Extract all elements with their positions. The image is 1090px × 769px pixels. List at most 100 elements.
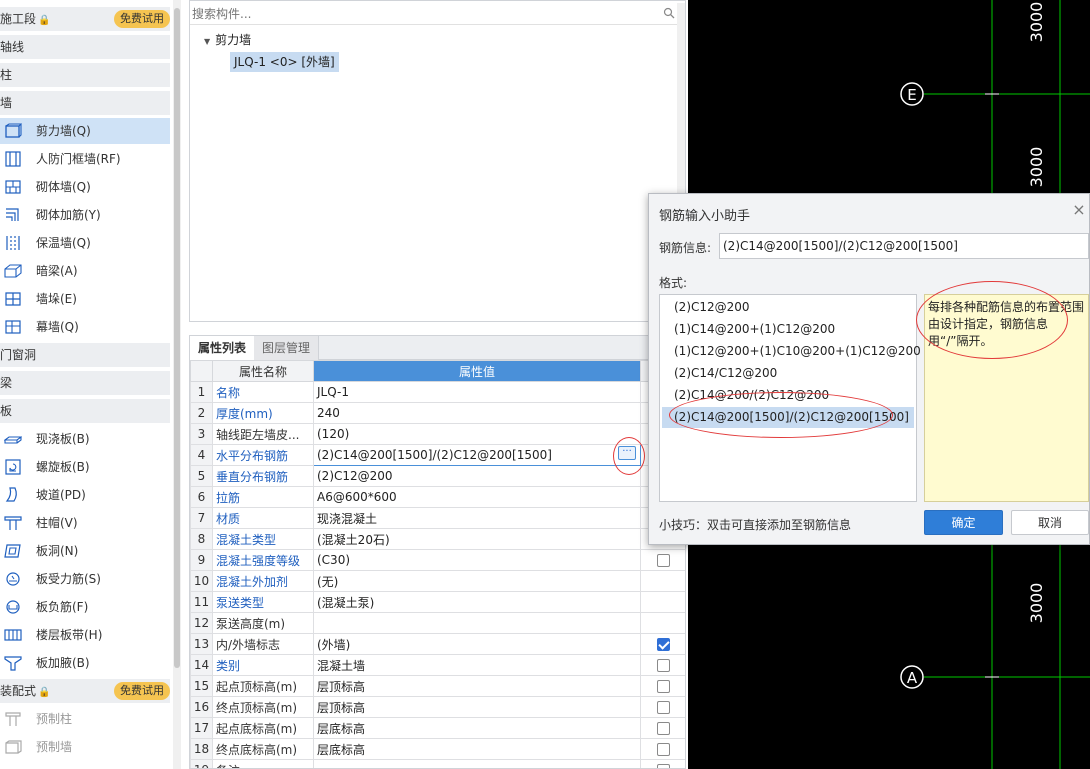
category-column[interactable]: 柱 <box>0 63 170 87</box>
property-value[interactable]: JLQ-1 <box>313 381 641 403</box>
table-row[interactable]: 16 终点顶标高(m) 层顶标高 <box>190 696 685 718</box>
checkbox[interactable] <box>656 659 670 672</box>
property-value[interactable]: 层底标高 <box>313 738 641 760</box>
table-row[interactable]: 8 混凝土类型 (混凝土20石) <box>190 528 685 550</box>
category-wall[interactable]: 墙 <box>0 91 170 115</box>
sidebar-item-cast-slab[interactable]: 现浇板(B) <box>0 426 170 452</box>
property-value[interactable]: (C30) <box>313 549 641 571</box>
table-row[interactable]: 4 水平分布钢筋 (2)C14@200[1500]/(2)C12@200[1500] <box>190 444 685 466</box>
free-trial-badge[interactable]: 免费试用 <box>114 682 170 700</box>
property-value[interactable]: (混凝土20石) <box>313 528 641 550</box>
sidebar-item-column-cap[interactable]: 柱帽(V) <box>0 510 170 536</box>
checkbox[interactable] <box>656 701 670 714</box>
category-prefab[interactable]: 装配式 🔒 免费试用 <box>0 679 170 703</box>
cancel-button[interactable]: 取消 <box>1011 510 1089 535</box>
sidebar-item-prefab-column[interactable]: 预制柱 <box>0 706 170 732</box>
list-item[interactable]: (2)C14/C12@200 <box>662 363 914 384</box>
property-value[interactable]: 层顶标高 <box>313 675 641 697</box>
ok-button[interactable]: 确定 <box>924 510 1003 535</box>
property-value[interactable]: (2)C14@200[1500]/(2)C12@200[1500] <box>313 444 641 466</box>
checkbox[interactable] <box>656 554 670 567</box>
tree-node-shear-wall[interactable]: ▼ 剪力墙 <box>204 31 251 49</box>
checkbox[interactable] <box>656 743 670 756</box>
sidebar-item-slab-main-rebar[interactable]: 板受力筋(S) <box>0 566 170 592</box>
table-row[interactable]: 12 泵送高度(m) <box>190 612 685 634</box>
table-row[interactable]: 2 厚度(mm) 240 <box>190 402 685 424</box>
category-beam[interactable]: 梁 <box>0 371 170 395</box>
checkbox[interactable] <box>656 638 670 651</box>
sidebar-item-shear-wall[interactable]: 剪力墙(Q) <box>0 118 170 144</box>
close-icon[interactable]: × <box>1071 202 1087 218</box>
category-slab[interactable]: 板 <box>0 399 170 423</box>
tab-property-list[interactable]: 属性列表 <box>190 336 256 360</box>
sidebar-item-slab-haunch[interactable]: 板加腋(B) <box>0 650 170 676</box>
table-row[interactable]: 18 终点底标高(m) 层底标高 <box>190 738 685 760</box>
list-item[interactable]: (2)C14@200/(2)C12@200 <box>662 385 914 406</box>
list-item[interactable]: (2)C14@200[1500]/(2)C12@200[1500] <box>662 407 914 428</box>
table-row[interactable]: 9 混凝土强度等级 (C30) <box>190 549 685 571</box>
property-value[interactable]: 层底标高 <box>313 717 641 739</box>
table-row[interactable]: 7 材质 现浇混凝土 <box>190 507 685 529</box>
sidebar-item-insulation-wall[interactable]: 保温墙(Q) <box>0 230 170 256</box>
scrollbar-thumb[interactable] <box>174 8 180 668</box>
property-value[interactable]: A6@600*600 <box>313 486 641 508</box>
rebar-info-input[interactable] <box>719 233 1089 259</box>
property-value[interactable]: 现浇混凝土 <box>313 507 641 529</box>
category-axis[interactable]: 轴线 <box>0 35 170 59</box>
property-value[interactable]: 层顶标高 <box>313 696 641 718</box>
checkbox[interactable] <box>656 764 670 768</box>
tree-node-jlq-1[interactable]: JLQ-1 <0> [外墙] <box>230 52 339 72</box>
sidebar-item-slab-hole[interactable]: 板洞(N) <box>0 538 170 564</box>
property-value[interactable]: (混凝土泵) <box>313 591 641 613</box>
property-value[interactable]: (外墙) <box>313 633 641 655</box>
sidebar-item-wall-pier[interactable]: 墙垛(E) <box>0 286 170 312</box>
table-row[interactable]: 5 垂直分布钢筋 (2)C12@200 <box>190 465 685 487</box>
sidebar-item-slab-negative-rebar[interactable]: 板负筋(F) <box>0 594 170 620</box>
property-value[interactable]: (2)C12@200 <box>313 465 641 487</box>
table-row[interactable]: 13 内/外墙标志 (外墙) <box>190 633 685 655</box>
category-construction-stage[interactable]: 施工段 🔒 免费试用 <box>0 7 170 31</box>
sidebar-item-spiral-slab[interactable]: 螺旋板(B) <box>0 454 170 480</box>
sidebar-scrollbar[interactable] <box>173 0 181 769</box>
floor-slab-strip-icon <box>4 629 22 641</box>
list-item[interactable]: (2)C12@200 <box>662 297 914 318</box>
sidebar-item-hidden-beam[interactable]: 暗梁(A) <box>0 258 170 284</box>
row-number: 9 <box>190 549 213 571</box>
table-row[interactable]: 14 类别 混凝土墙 <box>190 654 685 676</box>
sidebar-item-floor-slab-strip[interactable]: 楼层板带(H) <box>0 622 170 648</box>
table-row[interactable]: 1 名称 JLQ-1 <box>190 381 685 403</box>
property-value[interactable] <box>313 612 641 634</box>
table-row[interactable]: 19备注 <box>190 759 685 768</box>
checkbox[interactable] <box>656 680 670 693</box>
ellipsis-button[interactable]: ··· <box>618 446 636 460</box>
sidebar-item-masonry-wall[interactable]: 砌体墙(Q) <box>0 174 170 200</box>
format-list[interactable]: (2)C12@200 (1)C14@200+(1)C12@200 (1)C12@… <box>659 294 921 502</box>
search-icon[interactable] <box>663 7 675 19</box>
search-input[interactable] <box>192 5 662 23</box>
sidebar-item-masonry-rebar[interactable]: 砌体加筋(Y) <box>0 202 170 228</box>
sidebar-item-prefab-wall[interactable]: 预制墙 <box>0 734 170 760</box>
sidebar-item-ramp[interactable]: 坡道(PD) <box>0 482 170 508</box>
category-door-window[interactable]: 门窗洞 <box>0 343 170 367</box>
chevron-down-icon[interactable]: ▼ <box>204 37 210 46</box>
table-header-row: 属性名称 属性值 <box>190 360 685 382</box>
table-row[interactable]: 17 起点底标高(m) 层底标高 <box>190 717 685 739</box>
table-row[interactable]: 6 拉筋 A6@600*600 <box>190 486 685 508</box>
checkbox[interactable] <box>656 722 670 735</box>
free-trial-badge[interactable]: 免费试用 <box>114 10 170 28</box>
sidebar-item-civil-defense-wall[interactable]: 人防门框墙(RF) <box>0 146 170 172</box>
property-value[interactable]: 混凝土墙 <box>313 654 641 676</box>
tab-layer-management[interactable]: 图层管理 <box>254 336 320 360</box>
property-value[interactable] <box>313 759 641 768</box>
property-value[interactable]: 240 <box>313 402 641 424</box>
table-row[interactable]: 11 泵送类型 (混凝土泵) <box>190 591 685 613</box>
property-value[interactable]: (无) <box>313 570 641 592</box>
table-row[interactable]: 15 起点顶标高(m) 层顶标高 <box>190 675 685 697</box>
rebar-input-assistant-dialog: 钢筋输入小助手 × 钢筋信息: 格式: (2)C12@200 (1)C14@20… <box>648 193 1090 545</box>
list-item[interactable]: (1)C14@200+(1)C12@200 <box>662 319 914 340</box>
table-row[interactable]: 3 轴线距左墙皮... (120) <box>190 423 685 445</box>
table-row[interactable]: 10 混凝土外加剂 (无) <box>190 570 685 592</box>
list-item[interactable]: (1)C12@200+(1)C10@200+(1)C12@200 <box>662 341 921 362</box>
sidebar-item-curtain-wall[interactable]: 幕墙(Q) <box>0 314 170 340</box>
property-value[interactable]: (120) <box>313 423 641 445</box>
